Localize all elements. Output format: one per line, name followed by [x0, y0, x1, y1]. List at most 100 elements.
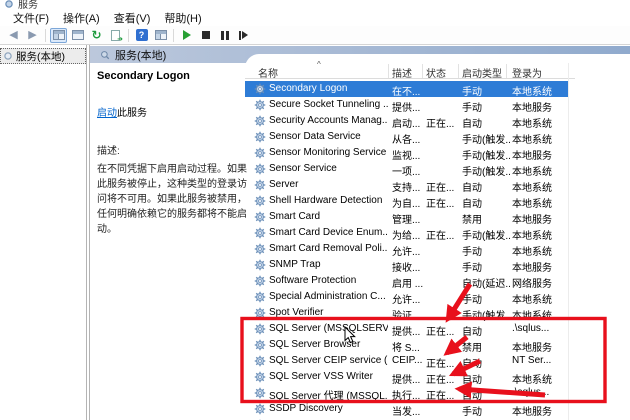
table-row[interactable]: Sensor Service 一项... 手动(触发... 本地系统	[245, 161, 568, 177]
service-startup-type: 手动	[462, 291, 510, 306]
column-separator[interactable]	[388, 64, 389, 78]
table-row[interactable]: SSDP Discovery 当发... 手动 本地服务	[245, 401, 568, 417]
service-description: 监视...	[392, 147, 425, 162]
table-row[interactable]: SQL Server (MSSQLSERV... 提供... 正在... 自动 …	[245, 321, 568, 337]
service-logon-as: .\sqlus...	[512, 323, 567, 334]
service-startup-type: 手动	[462, 403, 510, 418]
column-header-logon-as[interactable]: 登录为	[512, 65, 542, 80]
start-service-suffix: 此服务	[117, 108, 147, 119]
show-console-tree-icon[interactable]	[50, 28, 67, 43]
table-row[interactable]: SNMP Trap 接收... 手动 本地服务	[245, 257, 568, 273]
service-logon-as: 本地系统	[512, 195, 567, 210]
toolbar-separator	[128, 29, 129, 42]
export-list-icon[interactable]	[107, 28, 124, 43]
column-header-name[interactable]: 名称	[258, 65, 278, 80]
service-name: SNMP Trap	[269, 259, 388, 270]
column-header-status[interactable]: 状态	[426, 65, 446, 80]
forward-icon[interactable]: ▶	[24, 28, 41, 43]
menu-view[interactable]: 查看(V)	[107, 9, 158, 27]
service-logon-as: 本地系统	[512, 131, 567, 146]
service-name: Special Administration C...	[269, 291, 388, 302]
service-gear-icon	[254, 323, 266, 335]
table-row[interactable]: SQL Server Browser 将 S... 禁用 本地服务	[245, 337, 568, 353]
column-separator[interactable]	[506, 64, 507, 78]
stop-service-icon[interactable]	[197, 28, 214, 43]
service-gear-icon	[254, 227, 266, 239]
table-row[interactable]: Smart Card Device Enum... 为给... 正在... 手动…	[245, 225, 568, 241]
toolbar-separator	[45, 29, 46, 42]
service-gear-icon	[254, 259, 266, 271]
help-icon[interactable]: ?	[133, 28, 150, 43]
service-name: Smart Card Device Enum...	[269, 227, 388, 238]
service-logon-as: 本地服务	[512, 147, 567, 162]
table-row[interactable]: Secondary Logon 在不... 手动 本地系统	[245, 81, 568, 97]
service-logon-as: 本地服务	[512, 99, 567, 114]
table-row[interactable]: Smart Card 管理... 禁用 本地服务	[245, 209, 568, 225]
table-row[interactable]: Sensor Data Service 从各... 手动(触发... 本地系统	[245, 129, 568, 145]
service-startup-type: 自动	[462, 355, 510, 370]
column-header-startup-type[interactable]: 启动类型	[462, 65, 502, 80]
column-separator[interactable]	[422, 64, 423, 78]
refresh-icon[interactable]: ↻	[88, 28, 105, 43]
service-logon-as: NT Ser...	[512, 355, 567, 366]
service-description: 一项...	[392, 163, 425, 178]
menu-action[interactable]: 操作(A)	[56, 9, 107, 27]
pause-service-icon[interactable]	[216, 28, 233, 43]
service-gear-icon	[254, 131, 266, 143]
service-logon-as: 网络服务	[512, 275, 567, 290]
table-row[interactable]: Secure Socket Tunneling ... 提供... 手动 本地服…	[245, 97, 568, 113]
service-description: 支持...	[392, 179, 425, 194]
service-gear-icon	[254, 307, 266, 319]
column-separator[interactable]	[458, 64, 459, 78]
service-description: 当发...	[392, 403, 425, 418]
toolbar-separator	[173, 29, 174, 42]
service-status: 正在...	[426, 387, 461, 402]
menu-bar: 文件(F) 操作(A) 查看(V) 帮助(H)	[0, 9, 630, 26]
table-row[interactable]: Security Accounts Manag... 启动... 正在... 自…	[245, 113, 568, 129]
start-service-icon[interactable]	[178, 28, 195, 43]
show-action-pane-icon[interactable]	[152, 28, 169, 43]
service-logon-as: .\sqlus...	[512, 387, 567, 398]
service-startup-type: 手动(触发...	[462, 227, 510, 242]
service-gear-icon	[254, 403, 266, 415]
service-name: Security Accounts Manag...	[269, 115, 388, 126]
table-row[interactable]: Shell Hardware Detection 为自... 正在... 自动 …	[245, 193, 568, 209]
service-gear-icon	[254, 243, 266, 255]
service-status: 正在...	[426, 371, 461, 386]
service-logon-as: 本地系统	[512, 227, 567, 242]
menu-help[interactable]: 帮助(H)	[157, 9, 208, 27]
service-description: 允许...	[392, 243, 425, 258]
table-row[interactable]: SQL Server VSS Writer 提供... 正在... 自动 本地系…	[245, 369, 568, 385]
service-startup-type: 自动	[462, 195, 510, 210]
description-label: 描述:	[97, 142, 247, 157]
table-row[interactable]: Special Administration C... 允许... 手动 本地系…	[245, 289, 568, 305]
service-startup-type: 自动(延迟...	[462, 275, 510, 290]
table-row[interactable]: SQL Server CEIP service (... CEIP... 正在.…	[245, 353, 568, 369]
service-gear-icon	[254, 275, 266, 287]
table-row[interactable]: Smart Card Removal Poli... 允许... 手动 本地系统	[245, 241, 568, 257]
back-icon[interactable]: ◀	[5, 28, 22, 43]
table-row[interactable]: Spot Verifier 验证... 手动(触发... 本地系统	[245, 305, 568, 321]
properties-icon[interactable]	[69, 28, 86, 43]
service-description: CEIP...	[392, 355, 425, 366]
service-name: Secondary Logon	[269, 83, 388, 94]
tree-item-label: 服务(本地)	[16, 49, 65, 64]
service-description: 提供...	[392, 99, 425, 114]
restart-service-icon[interactable]	[235, 28, 252, 43]
tree-item-services-local[interactable]: 服务(本地)	[0, 48, 86, 64]
table-row[interactable]: SQL Server 代理 (MSSQL... 执行... 正在... 自动 .…	[245, 385, 568, 401]
service-description: 为给...	[392, 227, 425, 242]
menu-file[interactable]: 文件(F)	[6, 9, 56, 27]
table-row[interactable]: Sensor Monitoring Service 监视... 手动(触发...…	[245, 145, 568, 161]
service-status: 正在...	[426, 195, 461, 210]
service-logon-as: 本地系统	[512, 179, 567, 194]
table-row[interactable]: Server 支持... 正在... 自动 本地系统	[245, 177, 568, 193]
start-service-link[interactable]: 启动	[97, 108, 117, 119]
table-row[interactable]: Software Protection 启用 ... 自动(延迟... 网络服务	[245, 273, 568, 289]
service-logon-as: 本地系统	[512, 307, 567, 322]
services-window: 服务 文件(F) 操作(A) 查看(V) 帮助(H) ◀ ▶ ↻ ? 服务	[0, 0, 630, 420]
column-header-description[interactable]: 描述	[392, 65, 412, 80]
service-name: Smart Card	[269, 211, 388, 222]
service-gear-icon	[254, 291, 266, 303]
service-startup-type: 自动	[462, 115, 510, 130]
